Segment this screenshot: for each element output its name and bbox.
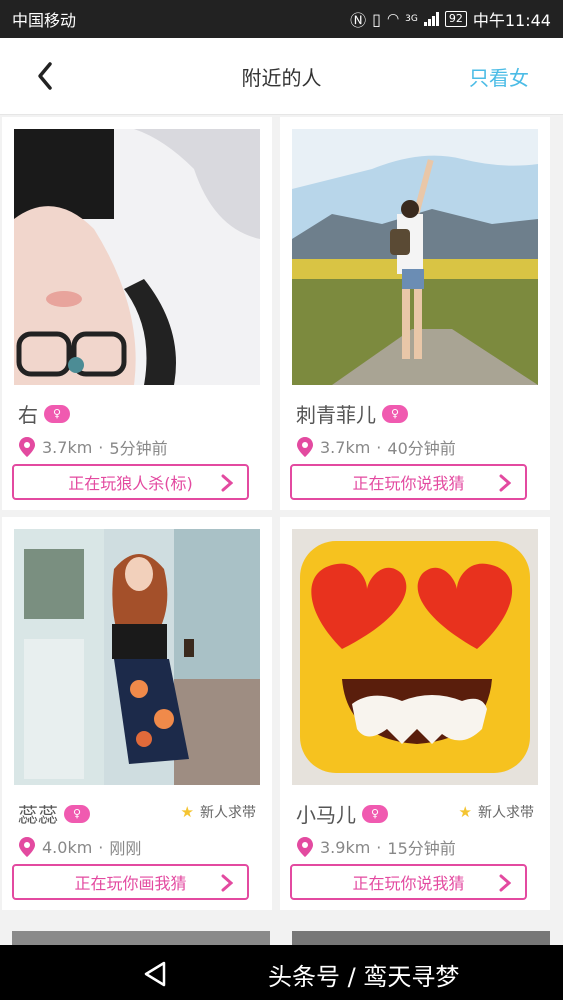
female-gender-icon: ♀ [64,804,90,823]
location-meta: 3.7km · 5分钟前 [18,435,168,459]
current-game-button[interactable]: 正在玩狼人杀(标) [12,464,249,500]
distance: 3.7km [320,437,371,457]
chevron-right-icon [499,474,511,492]
user-card[interactable]: 小马儿 ♀ ★ 新人求带 3.9km · 15分钟前 正在玩你说我猜 [280,517,550,910]
nickname-row: 右 ♀ [18,399,70,428]
separator: · [98,437,104,457]
location-pin-icon [19,837,35,857]
user-card[interactable]: 蕊蕊 ♀ ★ 新人求带 4.0km · 刚刚 正在玩你画我猜 [2,517,272,910]
distance: 4.0km [42,837,93,857]
location-meta: 3.9km · 15分钟前 [296,835,456,859]
status-bar: 中国移动 Ⓝ ▯ ◠ 3G 92 中午11:44 [0,0,563,38]
system-navigation-bar: 头条号 / 鸾天寻梦 [0,945,563,1000]
triangle-back-icon[interactable] [140,959,170,989]
status-icons: Ⓝ ▯ ◠ 3G 92 中午11:44 [350,7,551,31]
female-only-filter-button[interactable]: 只看女 [469,62,529,91]
newcomer-badge: ★ 新人求带 [181,802,256,822]
newcomer-badge: ★ 新人求带 [459,802,534,822]
last-active: 5分钟前 [109,439,168,458]
battery-level: 92 [444,11,467,27]
current-game-label: 正在玩狼人杀(标) [68,474,193,493]
user-photo[interactable] [292,529,538,785]
star-icon: ★ [180,803,194,821]
location-meta: 3.7km · 40分钟前 [296,435,456,459]
chevron-right-icon [221,874,233,892]
location-meta: 4.0km · 刚刚 [18,835,141,859]
network-type: 3G [405,14,418,24]
chevron-right-icon [499,874,511,892]
current-game-button[interactable]: 正在玩你画我猜 [12,864,249,900]
nickname: 小马儿 [296,803,356,827]
current-game-label: 正在玩你画我猜 [74,874,187,893]
newcomer-label: 新人求带 [478,805,534,821]
nickname-row: 蕊蕊 ♀ [18,799,90,828]
user-photo[interactable] [292,129,538,385]
nfc-icon: Ⓝ [350,11,367,30]
next-row-photo-peek[interactable] [12,931,270,945]
current-game-label: 正在玩你说我猜 [352,474,465,493]
nickname-row: 小马儿 ♀ [296,799,388,828]
user-photo[interactable] [14,129,260,385]
distance: 3.9km [320,837,371,857]
signal-icon [423,12,439,26]
female-gender-icon: ♀ [44,404,70,423]
current-game-button[interactable]: 正在玩你说我猜 [290,864,527,900]
newcomer-label: 新人求带 [200,805,256,821]
current-game-label: 正在玩你说我猜 [352,874,465,893]
last-active: 刚刚 [109,839,142,858]
chevron-right-icon [221,474,233,492]
separator: · [376,437,382,457]
user-photo[interactable] [14,529,260,785]
location-pin-icon [297,837,313,857]
female-gender-icon: ♀ [362,804,388,823]
carrier-label: 中国移动 [12,11,77,30]
female-gender-icon: ♀ [382,404,408,423]
location-pin-icon [297,437,313,457]
last-active: 15分钟前 [387,839,456,858]
next-row-photo-peek[interactable] [292,931,550,945]
watermark: 头条号 / 鸾天寻梦 [268,963,460,991]
clock: 中午11:44 [472,11,551,30]
current-game-button[interactable]: 正在玩你说我猜 [290,464,527,500]
wifi-icon: ◠ [386,11,400,27]
top-app-bar: 附近的人 只看女 [0,38,563,115]
nickname: 右 [18,403,38,427]
vibrate-icon: ▯ [372,9,381,29]
nearby-people-grid: 右 ♀ 3.7km · 5分钟前 正在玩狼人杀(标) 刺青菲儿 ♀ 3.7km … [0,115,563,945]
nickname: 刺青菲儿 [296,403,376,427]
user-card[interactable]: 刺青菲儿 ♀ 3.7km · 40分钟前 正在玩你说我猜 [280,117,550,510]
separator: · [98,837,104,857]
star-icon: ★ [458,803,472,821]
nickname: 蕊蕊 [18,803,58,827]
user-card[interactable]: 右 ♀ 3.7km · 5分钟前 正在玩狼人杀(标) [2,117,272,510]
location-pin-icon [19,437,35,457]
distance: 3.7km [42,437,93,457]
last-active: 40分钟前 [387,439,456,458]
nickname-row: 刺青菲儿 ♀ [296,399,408,428]
separator: · [376,837,382,857]
